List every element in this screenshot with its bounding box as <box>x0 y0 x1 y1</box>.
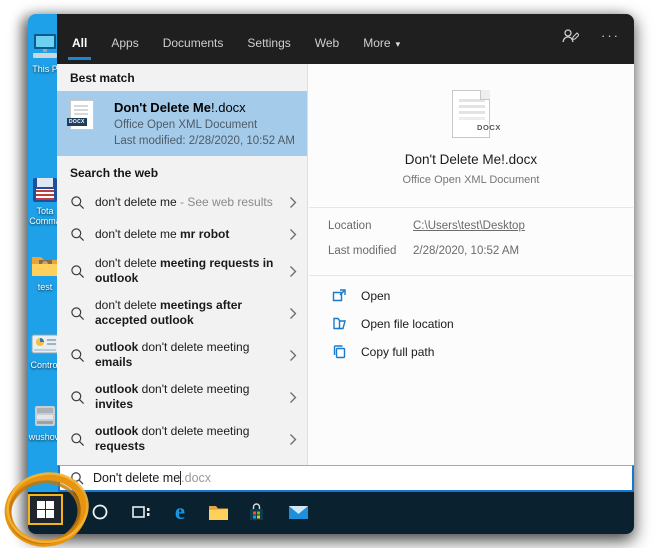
mail-button[interactable] <box>287 501 309 523</box>
more-options-icon[interactable]: ··· <box>601 29 620 42</box>
location-label: Location <box>328 220 372 232</box>
chevron-right-icon[interactable] <box>289 391 297 404</box>
store-icon <box>249 502 263 520</box>
floppy-icon <box>33 178 57 202</box>
suggestion-text: outlook don't delete meeting requests <box>95 424 250 453</box>
chevron-right-icon[interactable] <box>289 228 297 241</box>
edge-button[interactable]: e <box>169 499 191 524</box>
task-view-button[interactable] <box>130 501 152 523</box>
tab-web[interactable]: Web <box>314 36 340 64</box>
tab-apps[interactable]: Apps <box>110 36 139 64</box>
search-icon <box>71 432 85 446</box>
tab-settings[interactable]: Settings <box>246 36 291 64</box>
file-explorer-icon <box>208 505 228 520</box>
best-match-filetype: Office Open XML Document <box>114 119 258 131</box>
search-icon <box>71 264 85 278</box>
tab-more[interactable]: More ▾ <box>362 36 401 64</box>
search-icon <box>71 390 85 404</box>
suggestion-text: outlook don't delete meeting emails <box>95 340 250 369</box>
screenshot-frame: This P Tota Comma test Control wushow Al… <box>28 14 634 534</box>
search-icon <box>71 306 85 320</box>
action-open[interactable]: Open <box>332 288 634 303</box>
action-copy-full-path[interactable]: Copy full path <box>332 344 634 359</box>
results-panel: Best match DOCX Don't Delete Me!.docx Of… <box>57 64 307 465</box>
best-match-title: Don't Delete Me!.docx <box>114 100 246 115</box>
tool-box-icon <box>35 406 55 426</box>
suggestion-text: don't delete meetings after accepted out… <box>95 298 243 327</box>
open-icon <box>332 289 346 302</box>
preview-title: Don't Delete Me!.docx <box>404 152 538 167</box>
copy-icon <box>333 345 346 359</box>
best-match-modified: Last modified: 2/28/2020, 10:52 AM <box>114 135 295 147</box>
autocomplete-suggestion: .docx <box>181 471 212 485</box>
best-match-header: Best match <box>70 71 135 85</box>
best-match-result[interactable]: DOCX Don't Delete Me!.docx Office Open X… <box>57 91 307 156</box>
web-suggestion-row[interactable]: don't delete me - See web results <box>57 186 307 218</box>
start-button[interactable] <box>28 494 63 525</box>
web-suggestion-row[interactable]: outlook don't delete meeting requests <box>57 418 307 460</box>
web-suggestion-row[interactable]: outlook don't delete meeting emails <box>57 334 307 376</box>
cortana-button[interactable] <box>89 501 111 523</box>
search-flyout: All Apps Documents Settings Web More ▾ ··… <box>57 14 634 465</box>
docx-file-icon-large: DOCX <box>452 90 500 138</box>
chevron-right-icon[interactable] <box>289 196 297 209</box>
chevron-right-icon[interactable] <box>289 307 297 320</box>
open-folder-icon <box>333 317 346 330</box>
task-view-icon <box>132 506 150 518</box>
edge-icon: e <box>174 499 186 524</box>
windows-logo-icon <box>37 501 54 518</box>
search-icon <box>71 472 84 485</box>
chevron-right-icon[interactable] <box>289 349 297 362</box>
web-suggestion-row[interactable]: don't delete meetings after accepted out… <box>57 292 307 334</box>
search-icon <box>71 348 85 362</box>
typed-query: Don't delete me <box>93 471 181 485</box>
web-suggestion-row[interactable]: don't delete me mr robot <box>57 218 307 250</box>
web-suggestion-row[interactable]: don't delete meeting requests in outlook <box>57 250 307 292</box>
search-tab-bar: All Apps Documents Settings Web More ▾ ··… <box>57 14 634 64</box>
preview-filetype: Office Open XML Document <box>402 174 540 186</box>
web-suggestion-row[interactable]: outlook don't delete meeting invites <box>57 376 307 418</box>
cortana-circle-icon <box>92 504 108 520</box>
chevron-right-icon[interactable] <box>289 433 297 446</box>
taskbar: e <box>28 492 634 534</box>
chevron-right-icon[interactable] <box>289 265 297 278</box>
suggestion-text: don't delete meeting requests in outlook <box>95 256 274 285</box>
action-open-file-location[interactable]: Open file location <box>332 316 634 331</box>
docx-file-icon: DOCX <box>67 100 94 130</box>
search-icon <box>71 195 85 209</box>
file-explorer-button[interactable] <box>207 501 229 523</box>
modified-label: Last modified <box>328 245 397 257</box>
tab-all[interactable]: All <box>67 36 92 64</box>
mail-icon <box>288 506 308 519</box>
modified-value: 2/28/2020, 10:52 AM <box>413 245 520 257</box>
tab-documents[interactable]: Documents <box>162 36 225 64</box>
search-web-header: Search the web <box>70 166 159 180</box>
store-button[interactable] <box>245 501 267 523</box>
feedback-icon[interactable] <box>561 28 579 44</box>
suggestion-text: don't delete me mr robot <box>95 226 230 241</box>
suggestion-text: don't delete me - See web results <box>95 194 273 209</box>
web-suggestions: don't delete me - See web results don't … <box>57 186 307 460</box>
taskbar-search-input[interactable]: Don't delete me .docx <box>58 465 634 492</box>
chevron-down-icon: ▾ <box>395 39 401 49</box>
search-icon <box>71 227 85 241</box>
location-link[interactable]: C:\Users\test\Desktop <box>413 220 525 232</box>
suggestion-text: outlook don't delete meeting invites <box>95 382 250 411</box>
preview-panel: DOCX Don't Delete Me!.docx Office Open X… <box>308 64 634 465</box>
